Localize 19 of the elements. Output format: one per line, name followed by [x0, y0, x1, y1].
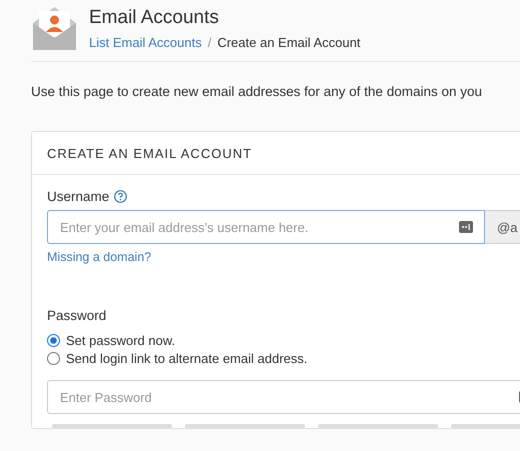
radio-button[interactable] — [47, 334, 60, 347]
password-manager-icon[interactable] — [459, 221, 473, 233]
page-title: Email Accounts — [89, 7, 220, 29]
password-field[interactable]: Enter Password — [47, 380, 520, 414]
card-title: CREATE AN EMAIL ACCOUNT — [47, 146, 252, 160]
radio-label: Send login link to alternate email address. — [66, 351, 308, 366]
page-description: Use this page to create new email addresses for any of the domains on you — [31, 83, 484, 101]
breadcrumb-current: Create an Email Account — [217, 35, 360, 50]
help-icon[interactable] — [114, 190, 128, 203]
breadcrumb-separator: / — [208, 35, 212, 50]
username-field[interactable]: Enter your email address’s username here. — [47, 210, 485, 244]
breadcrumb-link[interactable]: List Email Accounts — [89, 35, 202, 50]
domain-addon: @a — [485, 210, 520, 244]
missing-domain-link[interactable]: Missing a domain? — [47, 250, 520, 264]
password-label: Password — [47, 308, 106, 323]
email-accounts-icon — [31, 5, 78, 52]
username-label: Username — [47, 189, 110, 204]
radio-button[interactable] — [47, 352, 60, 365]
radio-label: Set password now. — [66, 333, 176, 348]
